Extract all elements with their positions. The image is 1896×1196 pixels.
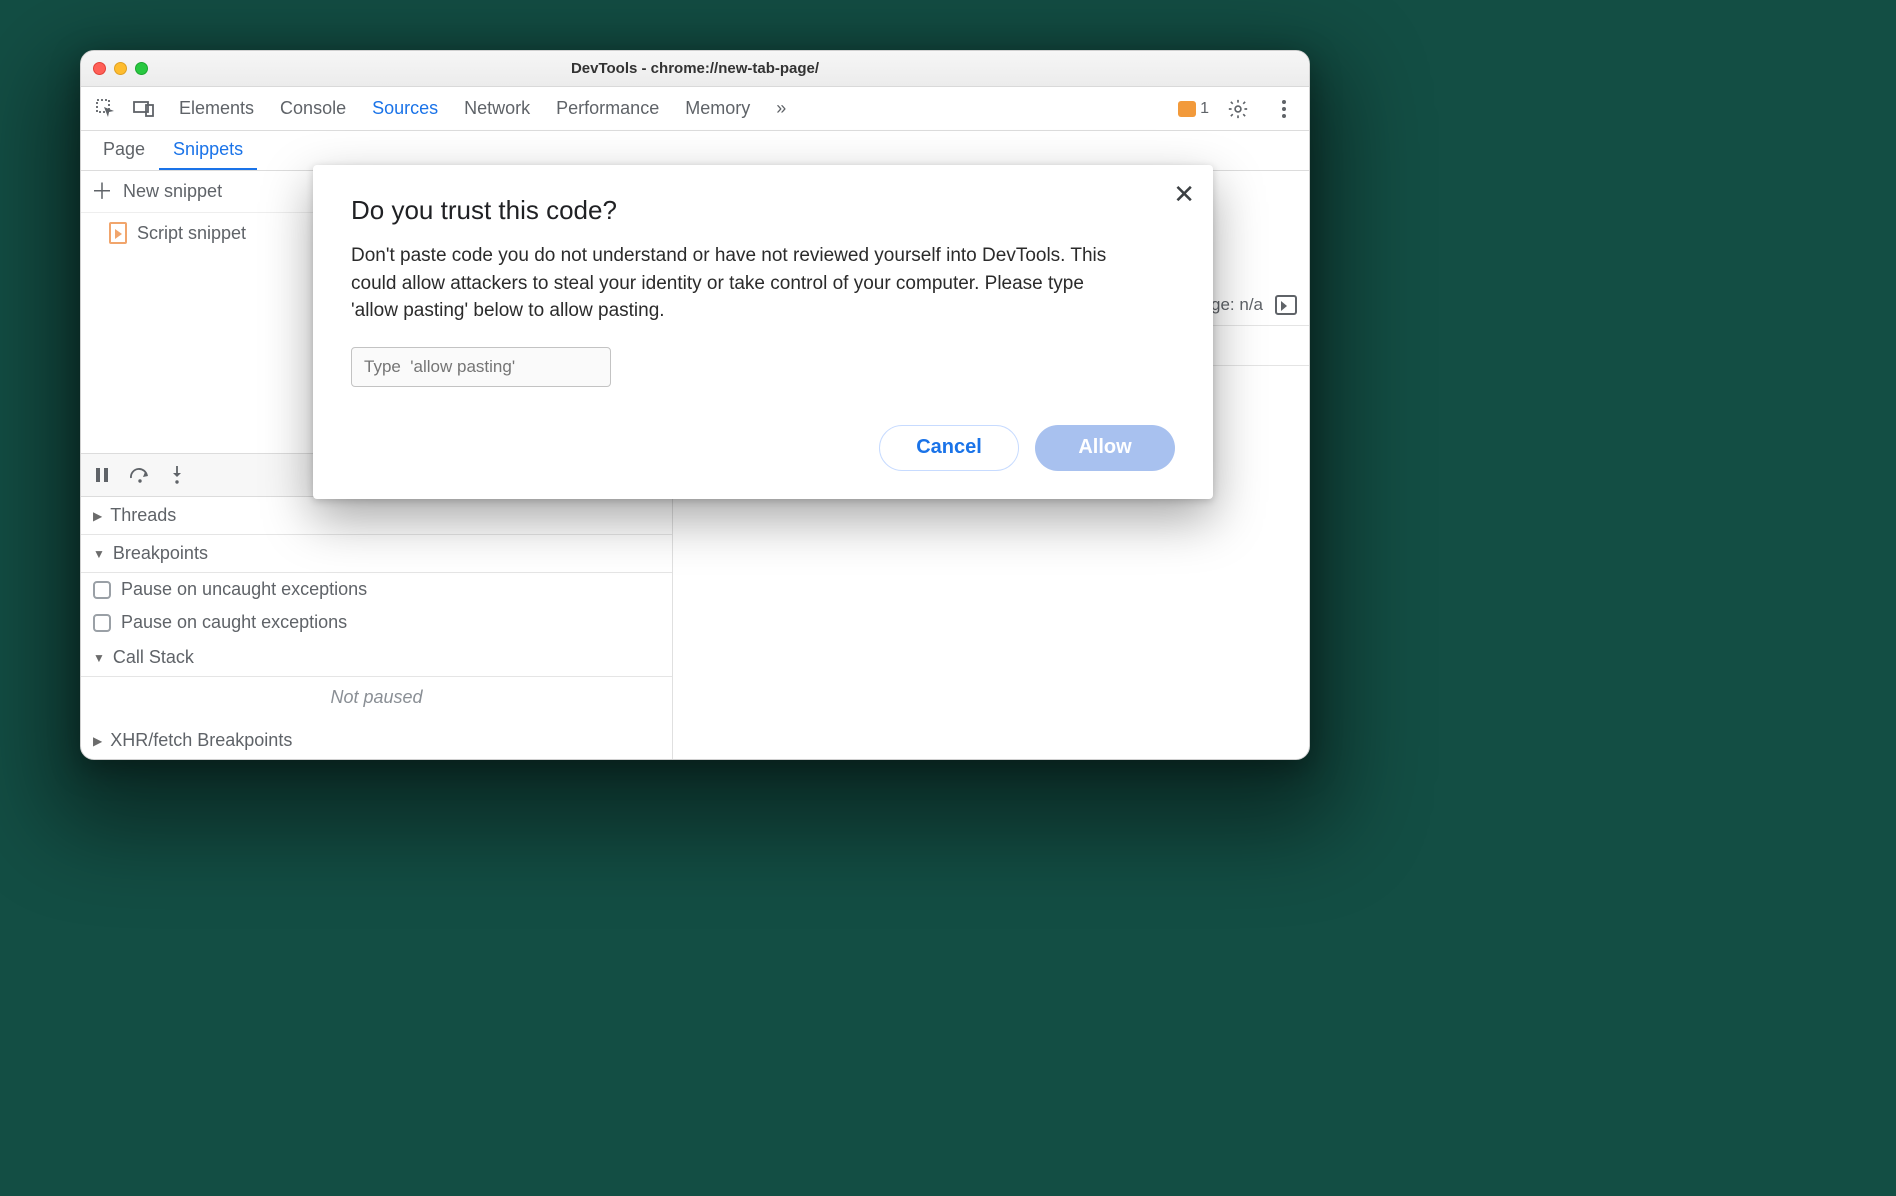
dialog-buttons: Cancel Allow (351, 425, 1175, 471)
step-into-icon[interactable] (169, 465, 185, 485)
section-xhr-breakpoints[interactable]: ▶ XHR/fetch Breakpoints (81, 722, 672, 759)
more-menu-icon[interactable] (1267, 92, 1301, 126)
dialog-title: Do you trust this code? (351, 195, 1175, 226)
step-over-icon[interactable] (129, 466, 151, 484)
pause-resume-icon[interactable] (93, 466, 111, 484)
checkbox-icon[interactable] (93, 614, 111, 632)
inspect-element-icon[interactable] (89, 92, 123, 126)
minimize-window-button[interactable] (114, 62, 127, 75)
pause-uncaught-label: Pause on uncaught exceptions (121, 579, 367, 600)
callstack-not-paused: Not paused (81, 677, 672, 722)
breakpoints-label: Breakpoints (113, 543, 208, 564)
device-toolbar-icon[interactable] (127, 92, 161, 126)
tab-performance[interactable]: Performance (556, 98, 659, 119)
tabs-overflow-icon[interactable]: » (776, 98, 786, 119)
tab-network[interactable]: Network (464, 98, 530, 119)
plus-icon: ＋ (91, 181, 113, 203)
new-snippet-label: New snippet (123, 181, 222, 202)
coverage-dropdown-icon[interactable] (1275, 295, 1297, 315)
snippet-item-label: Script snippet (137, 223, 246, 244)
allow-button[interactable]: Allow (1035, 425, 1175, 471)
zoom-window-button[interactable] (135, 62, 148, 75)
tab-memory[interactable]: Memory (685, 98, 750, 119)
warning-icon (1178, 101, 1196, 117)
tab-console[interactable]: Console (280, 98, 346, 119)
titlebar: DevTools - chrome://new-tab-page/ (81, 51, 1309, 87)
section-threads[interactable]: ▶ Threads (81, 497, 672, 535)
trust-code-dialog: ✕ Do you trust this code? Don't paste co… (313, 165, 1213, 499)
settings-gear-icon[interactable] (1221, 92, 1255, 126)
tabs-list: Elements Console Sources Network Perform… (179, 98, 1174, 119)
allow-pasting-input[interactable] (351, 347, 611, 387)
chevron-down-icon: ▼ (93, 651, 105, 665)
chevron-down-icon: ▼ (93, 547, 105, 561)
issues-count: 1 (1200, 100, 1209, 118)
cancel-button[interactable]: Cancel (879, 425, 1019, 471)
devtools-main-tabs: Elements Console Sources Network Perform… (81, 87, 1309, 131)
window-controls (93, 62, 148, 75)
tab-sources[interactable]: Sources (372, 98, 438, 119)
dialog-body: Don't paste code you do not understand o… (351, 242, 1111, 325)
devtools-window: DevTools - chrome://new-tab-page/ Elemen… (80, 50, 1310, 760)
subtab-snippets[interactable]: Snippets (159, 131, 257, 170)
xhr-breakpoints-label: XHR/fetch Breakpoints (110, 730, 292, 751)
subtab-page[interactable]: Page (89, 131, 159, 170)
close-icon[interactable]: ✕ (1173, 179, 1195, 210)
chevron-right-icon: ▶ (93, 509, 102, 523)
threads-label: Threads (110, 505, 176, 526)
snippet-file-icon (109, 222, 127, 244)
pause-caught-row[interactable]: Pause on caught exceptions (81, 606, 672, 639)
issues-badge[interactable]: 1 (1178, 100, 1209, 118)
close-window-button[interactable] (93, 62, 106, 75)
pause-caught-label: Pause on caught exceptions (121, 612, 347, 633)
checkbox-icon[interactable] (93, 581, 111, 599)
chevron-right-icon: ▶ (93, 734, 102, 748)
window-title: DevTools - chrome://new-tab-page/ (81, 60, 1309, 77)
tab-elements[interactable]: Elements (179, 98, 254, 119)
section-breakpoints[interactable]: ▼ Breakpoints (81, 535, 672, 573)
pause-uncaught-row[interactable]: Pause on uncaught exceptions (81, 573, 672, 606)
section-callstack[interactable]: ▼ Call Stack (81, 639, 672, 677)
callstack-label: Call Stack (113, 647, 194, 668)
